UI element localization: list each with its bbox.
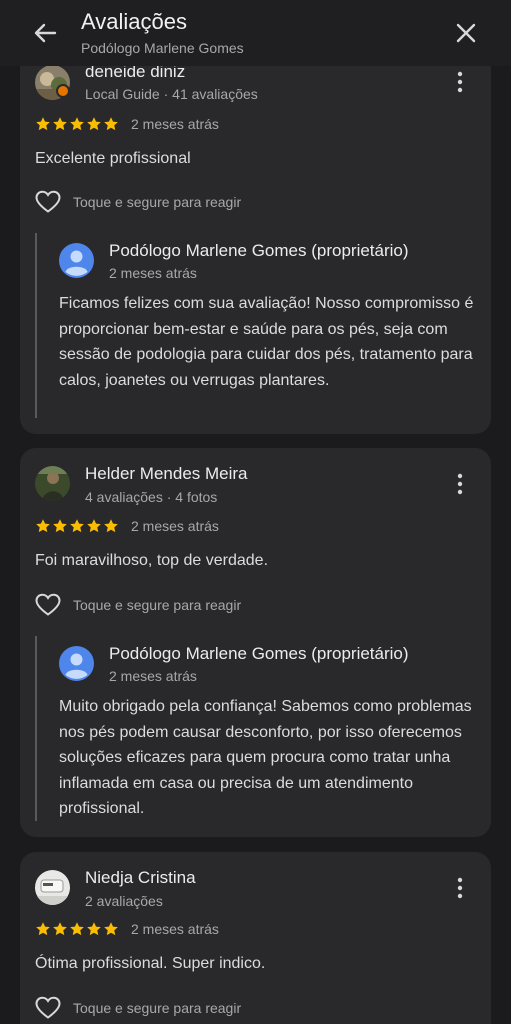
star-icon [70,922,84,936]
reviews-list[interactable]: deneide diniz Local Guide · 41 avaliaçõe… [0,0,511,1024]
reviewer-meta: Local Guide · 41 avaliações [85,86,258,102]
review-card: deneide diniz Local Guide · 41 avaliaçõe… [20,20,491,434]
star-icon [53,117,67,131]
page-subtitle: Podólogo Marlene Gomes [81,40,244,56]
star-icon [87,922,101,936]
more-options-icon[interactable] [452,473,468,495]
reply-date: 2 meses atrás [109,265,197,281]
reviewer-name[interactable]: Niedja Cristina [85,868,196,888]
review-card: Niedja Cristina 2 avaliações 2 meses atr… [20,852,491,1024]
reviewer-meta: 2 avaliações [85,893,163,909]
review-date: 2 meses atrás [131,116,219,132]
reviewer-name[interactable]: Helder Mendes Meira [85,464,248,484]
owner-name: Podólogo Marlene Gomes (proprietário) [109,241,409,260]
star-icon [87,117,101,131]
review-text: Ótima profissional. Super indico. [35,955,266,972]
avatar[interactable] [35,870,70,905]
star-icon [104,922,118,936]
reviewer-meta: 4 avaliações · 4 fotos [85,489,218,505]
owner-name: Podólogo Marlene Gomes (proprietário) [109,644,409,663]
star-icon [87,519,101,533]
heart-icon[interactable] [35,593,61,617]
owner-reply: Podólogo Marlene Gomes (proprietário) 2 … [35,233,475,418]
star-icon [70,519,84,533]
review-text: Foi maravilhoso, top de verdade. [35,552,269,569]
react-hint[interactable]: Toque e segure para reagir [73,194,241,210]
star-icon [36,519,50,533]
owner-reply: Podólogo Marlene Gomes (proprietário) 2 … [35,636,475,821]
reply-text: Muito obrigado pela confiança! Sabemos c… [59,698,472,817]
arrow-back-icon[interactable] [30,18,60,48]
star-icon [53,519,67,533]
review-date: 2 meses atrás [131,921,219,937]
heart-icon[interactable] [35,190,61,214]
react-hint[interactable]: Toque e segure para reagir [73,597,241,613]
star-icon [36,922,50,936]
react-hint[interactable]: Toque e segure para reagir [73,1000,241,1016]
owner-avatar-icon[interactable] [59,243,94,278]
star-icon [104,117,118,131]
star-icon [36,117,50,131]
reply-text: Ficamos felizes com sua avaliação! Nosso… [59,295,474,389]
star-rating [35,116,119,132]
star-rating [35,518,119,534]
more-options-icon[interactable] [452,877,468,899]
avatar[interactable] [35,466,70,501]
star-icon [104,519,118,533]
review-text: Excelente profissional [35,150,191,167]
review-date: 2 meses atrás [131,518,219,534]
reviews-screen: deneide diniz Local Guide · 41 avaliaçõe… [0,0,511,1024]
review-card: Helder Mendes Meira 4 avaliações · 4 fot… [20,448,491,837]
more-options-icon[interactable] [452,71,468,93]
star-rating [35,921,119,937]
local-guide-badge-icon [56,84,70,98]
top-app-bar: Avaliações Podólogo Marlene Gomes [0,0,511,66]
page-title: Avaliações [81,9,187,34]
star-icon [70,117,84,131]
close-icon[interactable] [451,18,481,48]
star-icon [53,922,67,936]
heart-icon[interactable] [35,996,61,1020]
owner-avatar-icon[interactable] [59,646,94,681]
reply-date: 2 meses atrás [109,668,197,684]
